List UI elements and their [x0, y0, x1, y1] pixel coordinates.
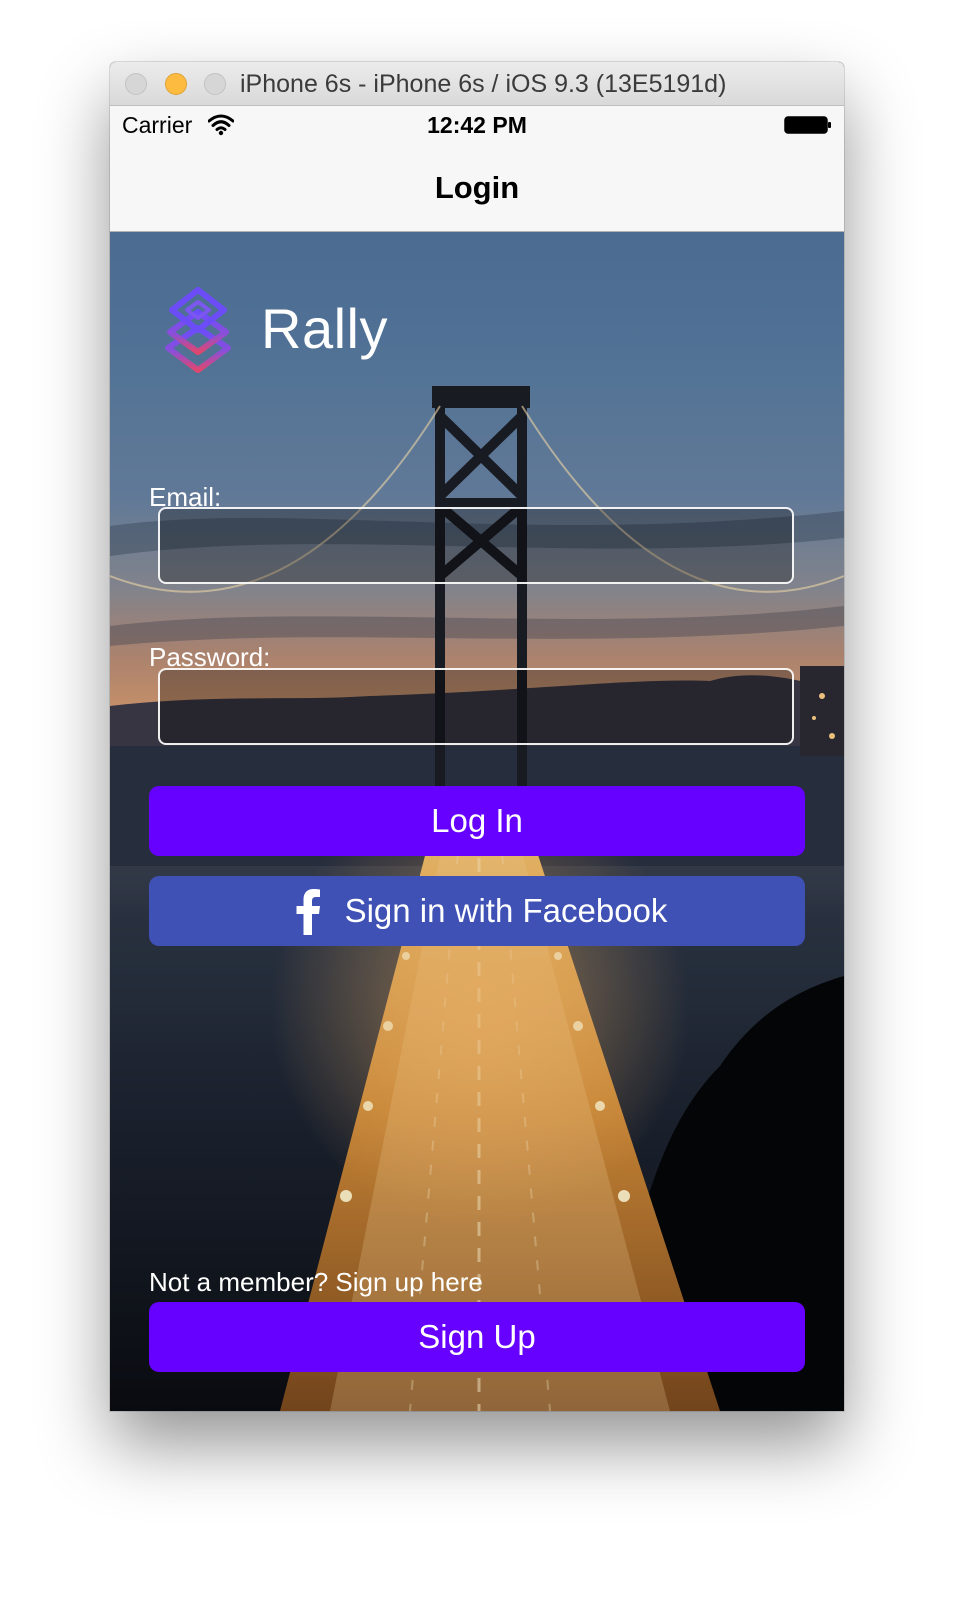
close-window-button[interactable]	[125, 73, 147, 95]
app-name: Rally	[261, 297, 388, 360]
signup-prompt: Not a member? Sign up here	[149, 1267, 483, 1297]
signup-button[interactable]: Sign Up	[149, 1302, 805, 1372]
battery-icon	[784, 116, 831, 134]
login-button-label: Log In	[431, 802, 523, 839]
facebook-signin-button[interactable]: Sign in with Facebook	[149, 876, 805, 946]
login-button[interactable]: Log In	[149, 786, 805, 856]
status-time: 12:42 PM	[427, 112, 527, 138]
stacked-diamonds-logo-icon	[165, 287, 231, 373]
window-title: iPhone 6s - iPhone 6s / iOS 9.3 (13E5191…	[240, 70, 727, 98]
device-screen: Carrier 12:42 PM Login Rally Email: Pass…	[110, 106, 844, 1411]
simulator-window: iPhone 6s - iPhone 6s / iOS 9.3 (13E5191…	[110, 62, 844, 1411]
facebook-icon	[296, 889, 320, 935]
page-title: Login	[434, 170, 520, 205]
facebook-signin-label: Sign in with Facebook	[344, 892, 668, 929]
email-field[interactable]	[158, 507, 794, 584]
password-field[interactable]	[158, 668, 794, 745]
navigation-bar: Carrier 12:42 PM Login	[110, 106, 844, 232]
minimize-window-button[interactable]	[165, 73, 187, 95]
signup-button-label: Sign Up	[418, 1318, 536, 1355]
zoom-window-button[interactable]	[204, 73, 226, 95]
window-titlebar: iPhone 6s - iPhone 6s / iOS 9.3 (13E5191…	[110, 62, 844, 106]
login-form-area: Rally Email: Password: Log In Sign in wi…	[110, 106, 844, 1411]
